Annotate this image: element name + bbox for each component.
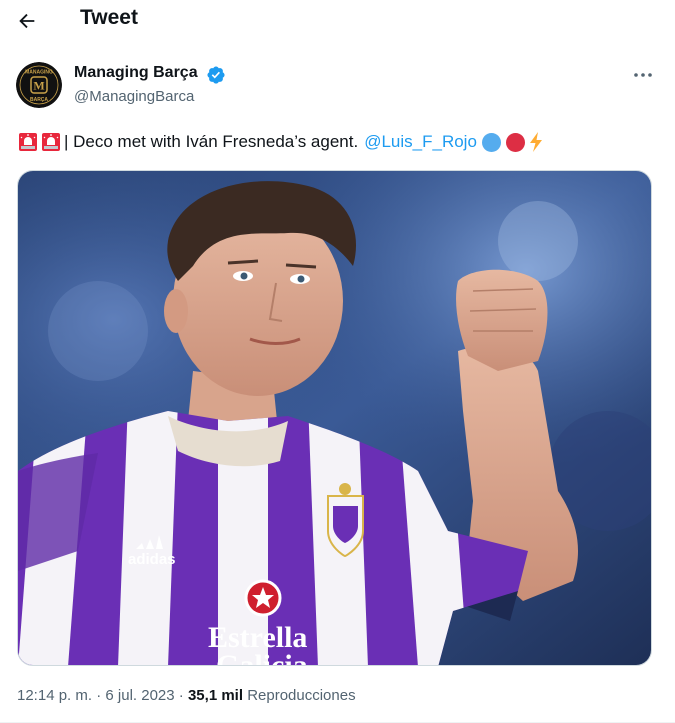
blue-circle-icon — [481, 132, 501, 152]
tweet-date[interactable]: 6 jul. 2023 — [105, 687, 174, 704]
more-options-button[interactable] — [626, 62, 660, 88]
more-icon — [634, 73, 652, 77]
siren-icon — [19, 133, 37, 151]
author-avatar[interactable]: MANAGING M BARÇA — [16, 62, 62, 108]
tweet-media-image[interactable]: adidas Estrella Galicia — [17, 170, 652, 666]
siren-icon — [42, 133, 60, 151]
avatar-text-bottom: BARÇA — [30, 97, 48, 103]
verified-badge-icon — [207, 66, 225, 84]
author-handle[interactable]: @ManagingBarca — [74, 88, 194, 105]
avatar-letter: M — [33, 79, 44, 93]
back-button[interactable] — [10, 4, 44, 38]
red-circle-icon — [505, 132, 525, 152]
meta-separator: · — [174, 687, 188, 704]
meta-separator: · — [92, 687, 106, 704]
back-arrow-icon — [19, 13, 35, 29]
top-bar: Tweet — [0, 0, 675, 40]
page-title: Tweet — [80, 6, 138, 29]
mention-link[interactable]: @Luis_F_Rojo — [364, 131, 477, 153]
author-name[interactable]: Managing Barça — [74, 64, 198, 82]
tweet-time[interactable]: 12:14 p. m. — [17, 687, 92, 704]
jersey-brand-text: adidas — [128, 551, 176, 568]
avatar-text-top: MANAGING — [25, 70, 53, 76]
views-label: Reproducciones — [247, 687, 356, 704]
views-count: 35,1 mil — [187, 687, 244, 704]
lightning-icon — [529, 132, 542, 152]
tweet-meta: 12:14 p. m. · 6 jul. 2023 · 35,1 mil Rep… — [17, 687, 356, 704]
tweet-body: | Deco met with Iván Fresneda’s agent. — [64, 132, 359, 151]
sponsor-text-line2: Galicia — [216, 649, 308, 666]
tweet-text: | Deco met with Iván Fresneda’s agent. @… — [18, 131, 545, 153]
